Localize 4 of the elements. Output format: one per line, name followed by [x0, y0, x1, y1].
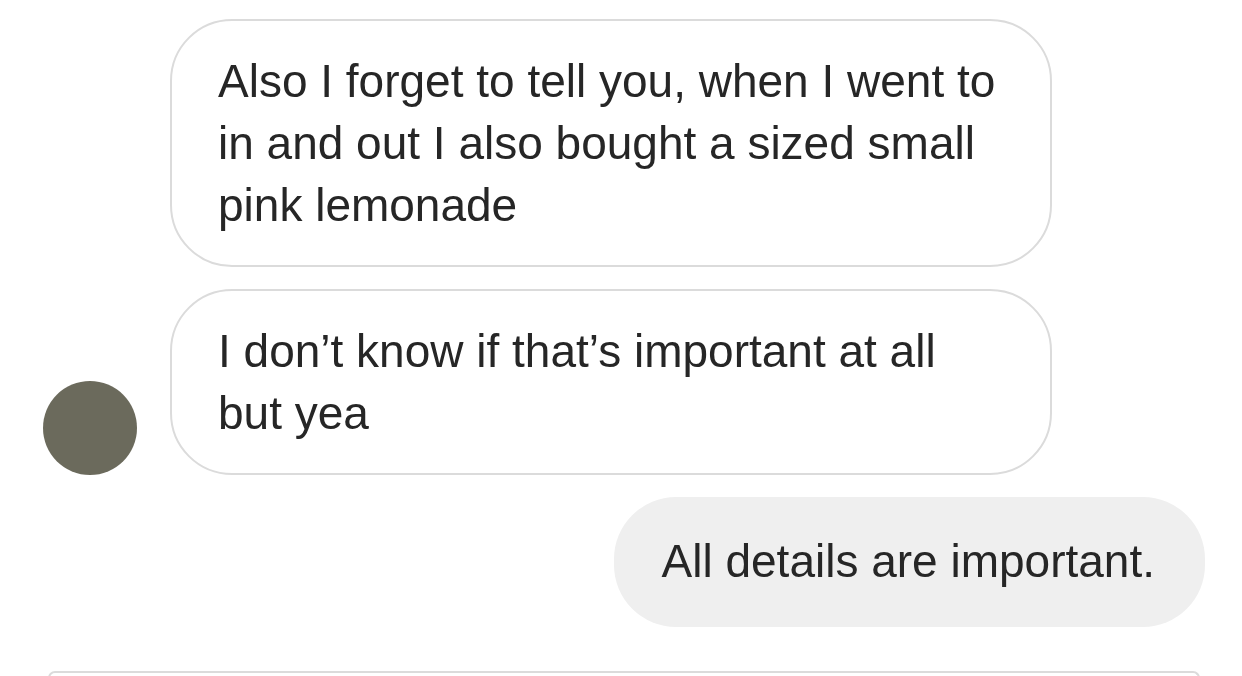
message-input-field[interactable]: [48, 671, 1200, 676]
received-message-bubble: Also I forget to tell you, when I went to in and out I also bought a sized small pink lemonade: [170, 19, 1052, 267]
sent-message-bubble: All details are important.: [613, 497, 1205, 627]
received-message-bubble: I don’t know if that’s important at all but yea: [170, 289, 1052, 475]
